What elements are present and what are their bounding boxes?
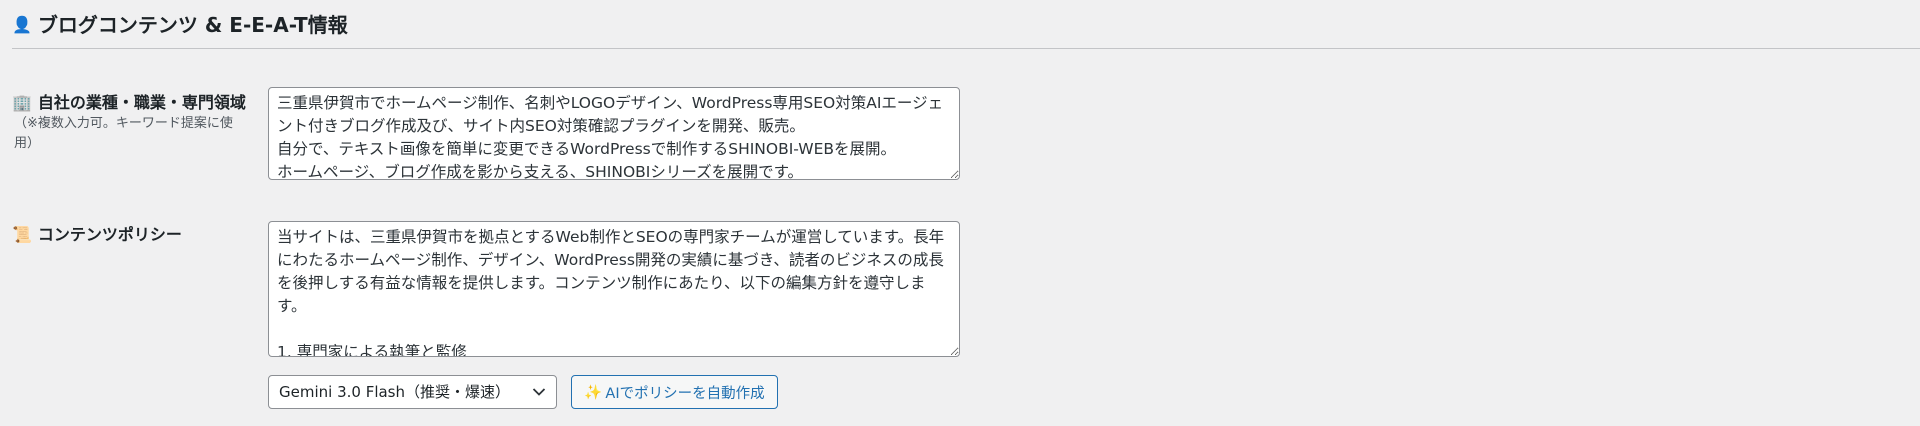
scroll-icon: 📜	[12, 225, 32, 244]
office-building-icon: 🏢	[12, 93, 32, 112]
policy-field-label: 📜 コンテンツポリシー	[12, 224, 182, 246]
section-title-text: ブログコンテンツ & E-E-A-T情報	[37, 13, 348, 37]
business-field-label: 🏢 自社の業種・職業・専門領域	[12, 92, 246, 114]
business-field-label-text: 自社の業種・職業・専門領域	[37, 93, 246, 112]
section-divider	[12, 48, 1920, 49]
ai-generate-policy-button[interactable]: ✨ AIでポリシーを自動作成	[571, 375, 778, 409]
model-select-value: Gemini 3.0 Flash（推奨・爆速）	[279, 383, 511, 401]
section-title: 👤 ブログコンテンツ & E-E-A-T情報	[12, 12, 348, 38]
policy-field-label-text: コンテンツポリシー	[37, 225, 182, 244]
business-field-textarea[interactable]: 三重県伊賀市でホームページ制作、名刺やLOGOデザイン、WordPress専用S…	[268, 87, 960, 180]
business-field-note: （※複数入力可。キーワード提案に使用）	[14, 116, 233, 151]
sparkles-icon: ✨	[584, 384, 603, 401]
model-select[interactable]: Gemini 3.0 Flash（推奨・爆速）	[268, 375, 557, 409]
policy-field-textarea[interactable]: 当サイトは、三重県伊賀市を拠点とするWeb制作とSEOの専門家チームが運営してい…	[268, 221, 960, 357]
person-icon: 👤	[12, 15, 32, 34]
chevron-down-icon	[522, 387, 556, 397]
ai-generate-policy-label: AIでポリシーを自動作成	[605, 385, 765, 402]
